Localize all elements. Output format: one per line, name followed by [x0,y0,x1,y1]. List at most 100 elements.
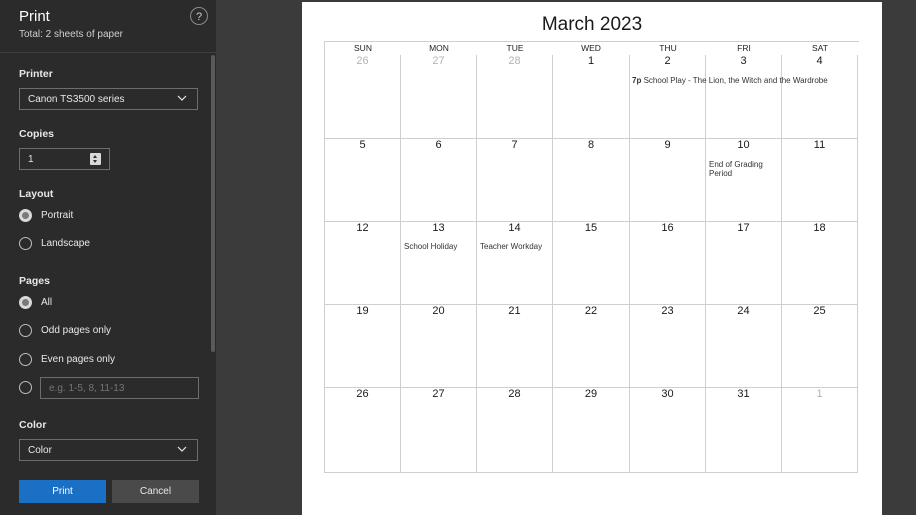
event-title: School Play - The Lion, the Witch and th… [643,76,828,85]
calendar-day-cell: 20 [401,305,477,388]
calendar-day-cell: 2 [630,55,706,139]
print-preview-page: March 2023 SUN MON TUE WED THU FRI SAT 2… [302,2,882,515]
day-number: 25 [813,305,826,317]
event-grading-period: End of Grading Period [709,160,763,178]
calendar-day-cell: 13 [401,222,477,305]
calendar-day-cell: 11 [782,139,858,222]
cancel-button[interactable]: Cancel [112,480,199,503]
layout-portrait-label: Portrait [41,210,74,221]
calendar-day-cell: 10 [706,139,782,222]
day-number: 3 [740,55,747,67]
radio-unchecked-icon[interactable] [19,324,32,337]
calendar-day-cell: 14 [477,222,553,305]
calendar-day-cell: 23 [630,305,706,388]
day-number: 5 [359,139,366,151]
day-number: 1 [816,388,823,400]
radio-unchecked-icon[interactable] [19,353,32,366]
radio-checked-icon[interactable] [19,296,32,309]
calendar-day-cell: 26 [325,55,401,139]
day-number: 30 [661,388,674,400]
day-number: 21 [508,305,521,317]
calendar-day-cell: 4 [782,55,858,139]
day-number: 26 [356,55,369,67]
panel-scrollbar[interactable] [211,55,215,352]
day-number: 24 [737,305,750,317]
calendar-day-cell: 25 [782,305,858,388]
sheets-summary: Total: 2 sheets of paper [19,29,123,40]
printer-select-value: Canon TS3500 series [28,94,125,105]
printer-select[interactable]: Canon TS3500 series [19,88,198,110]
day-number: 4 [816,55,823,67]
pages-odd-label: Odd pages only [41,325,112,336]
calendar-day-cell: 21 [477,305,553,388]
calendar-day-cell: 28 [477,388,553,473]
day-number: 27 [432,388,445,400]
weekday-header: MON [429,43,449,53]
weekday-header: FRI [737,43,751,53]
color-select-value: Color [28,445,52,456]
spin-arrows-icon[interactable] [90,153,101,165]
calendar-day-cell: 16 [630,222,706,305]
day-number: 10 [737,139,750,151]
calendar-day-cell: 9 [630,139,706,222]
event-school-holiday: School Holiday [404,242,458,251]
layout-label: Layout [19,188,54,200]
radio-unchecked-icon[interactable] [19,381,32,394]
print-settings-panel: Print Total: 2 sheets of paper ? Printer… [0,0,216,515]
calendar-day-cell: 27 [401,388,477,473]
calendar-day-cell: 1 [553,55,630,139]
radio-unchecked-icon[interactable] [19,237,32,250]
chevron-down-icon [177,95,187,101]
calendar-day-cell: 27 [401,55,477,139]
calendar-day-cell: 12 [325,222,401,305]
calendar-title: March 2023 [541,14,643,35]
calendar-day-cell: 1 [782,388,858,473]
pages-label: Pages [19,275,50,287]
calendar-day-cell: 3 [706,55,782,139]
calendar-day-cell: 5 [325,139,401,222]
calendar-day-cell: 6 [401,139,477,222]
calendar-day-cell: 22 [553,305,630,388]
day-number: 6 [435,139,442,151]
day-number: 31 [737,388,750,400]
day-number: 18 [813,222,826,234]
layout-landscape-label: Landscape [41,238,90,249]
chevron-down-icon [177,446,187,452]
printer-label: Printer [19,68,53,80]
calendar-day-cell: 31 [706,388,782,473]
weekday-header: THU [659,43,677,53]
day-number: 14 [508,222,521,234]
copies-label: Copies [19,128,55,140]
radio-checked-icon[interactable] [19,209,32,222]
color-label: Color [19,419,47,431]
day-number: 16 [661,222,674,234]
weekday-header: SUN [354,43,372,53]
day-number: 26 [356,388,369,400]
event-title: Period [709,169,733,178]
copies-stepper[interactable]: 1 [19,148,110,170]
calendar-day-cell: 18 [782,222,858,305]
day-number: 11 [813,139,826,151]
day-number: 22 [584,305,598,317]
event-school-play: 7p School Play - The Lion, the Witch and… [632,76,828,85]
day-number: 12 [356,222,369,234]
color-select[interactable]: Color [19,439,198,461]
day-number: 2 [664,55,671,67]
day-number: 15 [584,222,598,234]
calendar-day-cell: 29 [553,388,630,473]
day-number: 27 [432,55,445,67]
pages-custom-input[interactable] [40,377,199,399]
help-button[interactable]: ? [190,7,208,25]
event-teacher-workday: Teacher Workday [480,242,543,251]
calendar-day-cell: 17 [706,222,782,305]
event-title: End of Grading [709,160,763,169]
panel-divider [0,52,216,53]
day-number: 29 [584,388,598,400]
calendar-day-cell: 30 [630,388,706,473]
copies-value: 1 [28,154,34,165]
panel-title: Print [19,8,50,25]
day-number: 7 [511,139,518,151]
print-button[interactable]: Print [19,480,106,503]
weekday-header: TUE [506,43,524,53]
day-number: 13 [432,222,445,234]
